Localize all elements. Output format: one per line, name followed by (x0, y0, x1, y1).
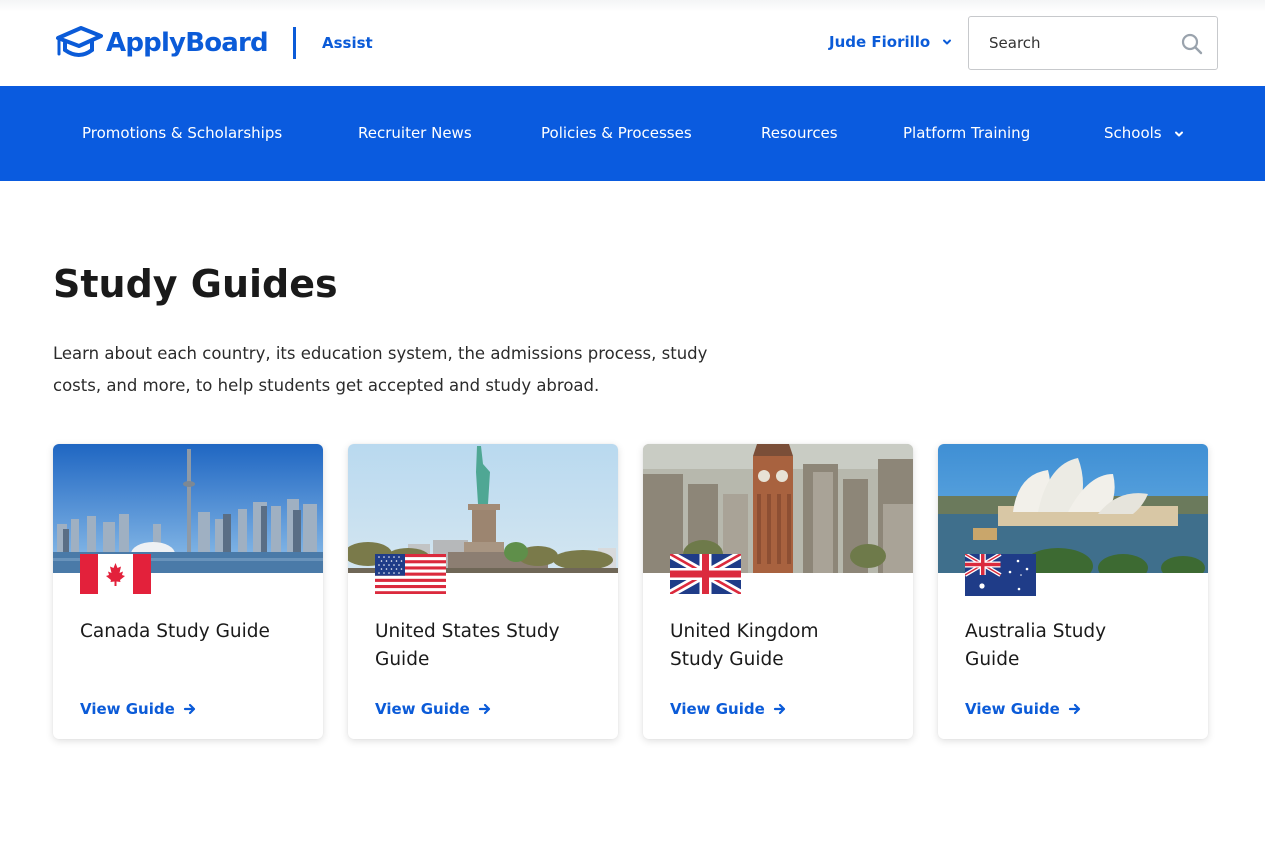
usa-flag-icon (375, 554, 446, 594)
nav-item-recruiter-news[interactable]: Recruiter News (358, 124, 472, 142)
logo-divider (293, 27, 296, 59)
chevron-down-icon (1174, 131, 1183, 136)
view-guide-link-australia[interactable]: View Guide (965, 700, 1082, 718)
site-header: ApplyBoard Assist Jude Fiorillo (0, 0, 1265, 86)
view-guide-link-canada[interactable]: View Guide (80, 700, 197, 718)
canada-flag-icon (80, 554, 151, 594)
nav-item-promotions-scholarships[interactable]: Promotions & Scholarships (82, 124, 282, 142)
search-input[interactable] (969, 17, 1169, 69)
study-guide-card-australia[interactable]: Australia Study Guide View Guide (938, 444, 1208, 739)
arrow-right-icon (478, 703, 490, 715)
brand-name: ApplyBoard (106, 28, 269, 58)
arrow-right-icon (183, 703, 195, 715)
applyboard-logo[interactable]: ApplyBoard (54, 24, 269, 62)
study-guide-card-canada[interactable]: Canada Study Guide View Guide (53, 444, 323, 739)
chevron-down-icon (943, 39, 952, 45)
study-guide-card-united-kingdom[interactable]: United Kingdom Study Guide View Guide (643, 444, 913, 739)
card-title: United States Study Guide (375, 621, 560, 670)
nav-item-policies-processes[interactable]: Policies & Processes (541, 124, 692, 142)
search-icon[interactable] (1181, 33, 1203, 55)
nav-item-schools-label: Schools (1104, 124, 1162, 142)
nav-item-schools[interactable]: Schools (1104, 124, 1184, 142)
uk-flag-icon (670, 554, 741, 594)
view-guide-label: View Guide (375, 700, 470, 718)
view-guide-link-united-states[interactable]: View Guide (375, 700, 492, 718)
view-guide-label: View Guide (965, 700, 1060, 718)
graduation-cap-icon (56, 26, 103, 57)
main-nav: Promotions & Scholarships Recruiter News… (0, 86, 1265, 181)
page-title: Study Guides (53, 262, 338, 306)
intro-text: Learn about each country, its education … (53, 344, 708, 395)
card-title: Canada Study Guide (80, 621, 270, 642)
view-guide-label: View Guide (80, 700, 175, 718)
user-name: Jude Fiorillo (829, 33, 931, 51)
view-guide-link-united-kingdom[interactable]: View Guide (670, 700, 787, 718)
study-guide-card-united-states[interactable]: United States Study Guide View Guide (348, 444, 618, 739)
search-box (968, 16, 1218, 70)
nav-item-platform-training[interactable]: Platform Training (903, 124, 1030, 142)
user-menu[interactable]: Jude Fiorillo (829, 33, 952, 51)
card-title: United Kingdom Study Guide (670, 621, 819, 670)
australia-flag-icon (965, 554, 1036, 596)
assist-link[interactable]: Assist (322, 34, 373, 52)
arrow-right-icon (773, 703, 785, 715)
arrow-right-icon (1068, 703, 1080, 715)
card-title: Australia Study Guide (965, 621, 1107, 670)
view-guide-label: View Guide (670, 700, 765, 718)
nav-item-resources[interactable]: Resources (761, 124, 838, 142)
